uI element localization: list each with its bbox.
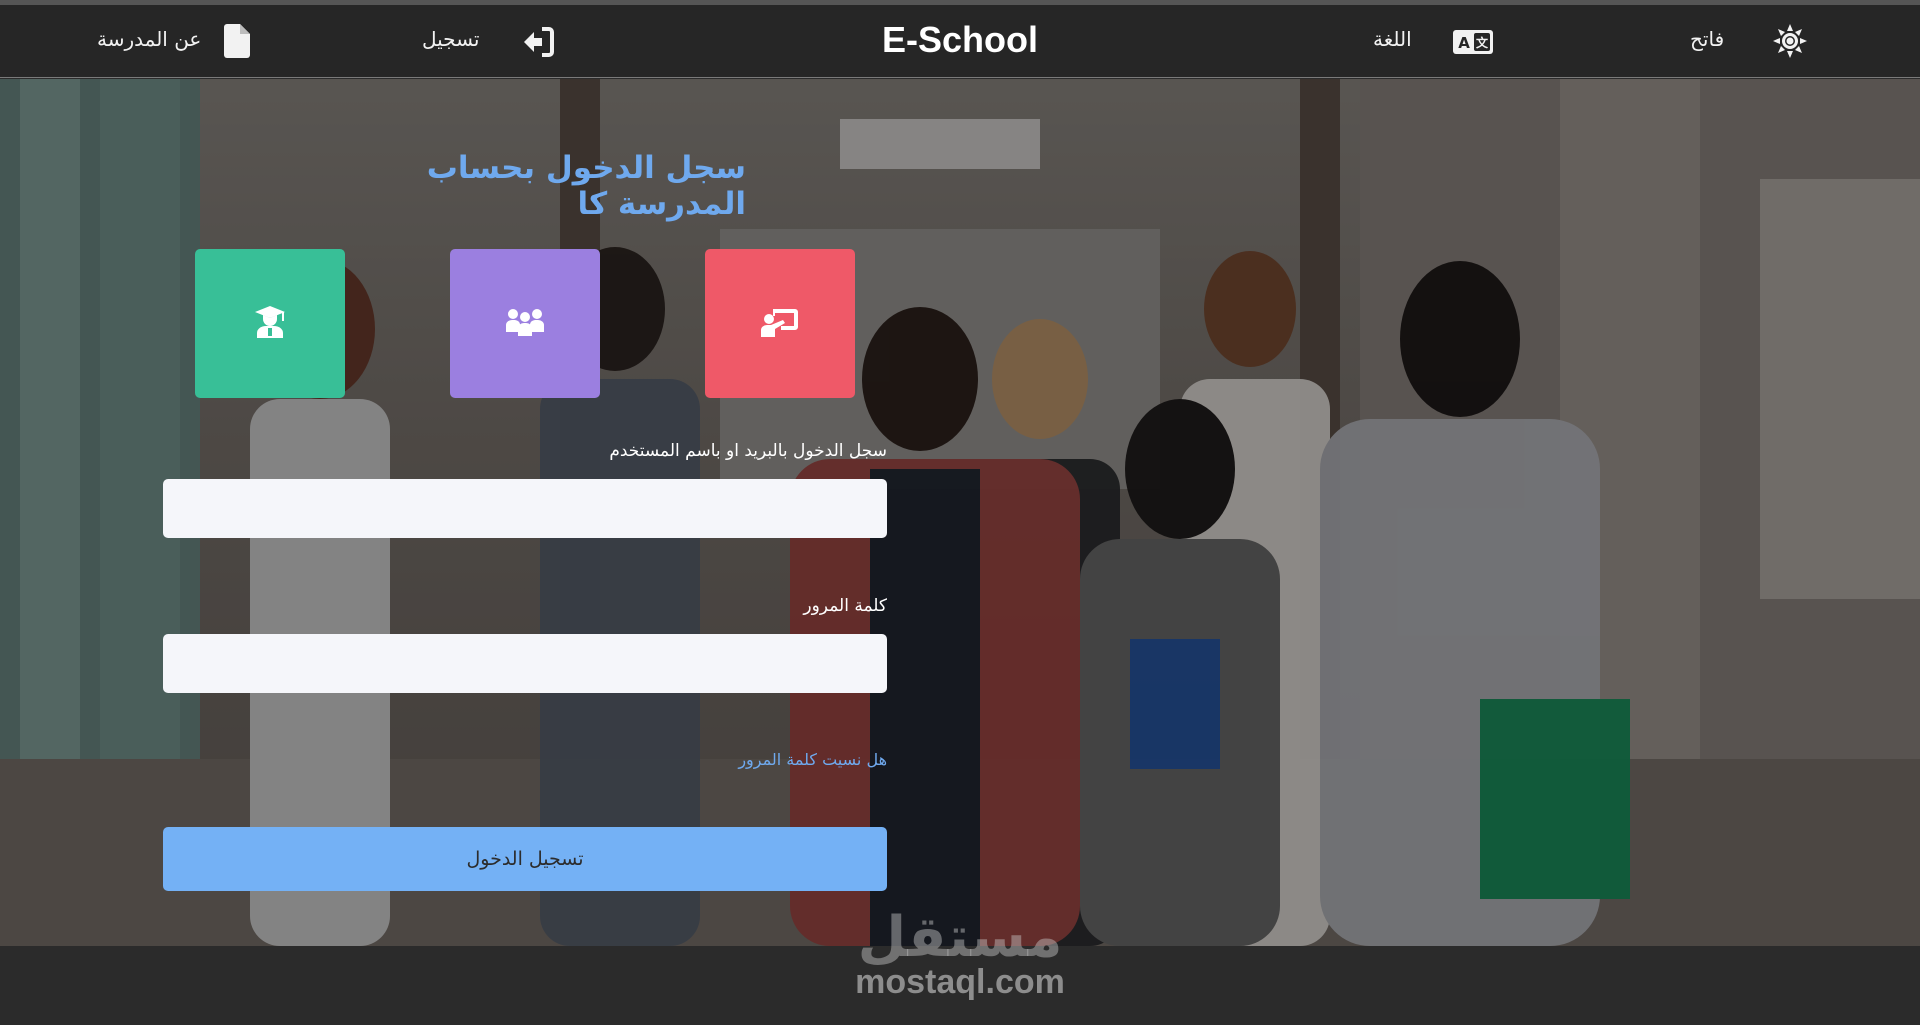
brand-title[interactable]: E-School — [0, 19, 1920, 61]
nav-language-label[interactable]: اللغة — [1373, 27, 1412, 51]
svg-text:文: 文 — [1476, 35, 1489, 50]
role-card-student[interactable] — [195, 249, 345, 398]
top-navbar: عن المدرسة تسجيل E-School اللغة A 文 فاتح — [0, 5, 1920, 78]
watermark-arabic: مستقل — [857, 905, 1063, 970]
svg-text:A: A — [1458, 34, 1470, 52]
student-icon — [255, 305, 285, 342]
forgot-password-link[interactable]: هل نسيت كلمة المرور — [600, 750, 887, 769]
role-card-parents[interactable] — [450, 249, 600, 398]
watermark-latin: mostaql.com — [855, 963, 1065, 1001]
password-input[interactable] — [163, 634, 887, 693]
language-icon[interactable]: A 文 — [1453, 30, 1493, 58]
login-title: سجل الدخول بحساب المدرسة كا — [426, 150, 746, 222]
nav-theme-label[interactable]: فاتح — [1690, 27, 1724, 51]
teacher-icon — [761, 307, 799, 341]
password-label: كلمة المرور — [803, 596, 887, 616]
username-label: سجل الدخول بالبريد او باسم المستخدم — [609, 441, 887, 461]
username-input[interactable] — [163, 479, 887, 538]
parents-icon — [505, 308, 545, 340]
role-card-teacher[interactable] — [705, 249, 855, 398]
sun-icon[interactable] — [1773, 24, 1807, 62]
login-submit-button[interactable]: تسجيل الدخول — [163, 827, 887, 891]
